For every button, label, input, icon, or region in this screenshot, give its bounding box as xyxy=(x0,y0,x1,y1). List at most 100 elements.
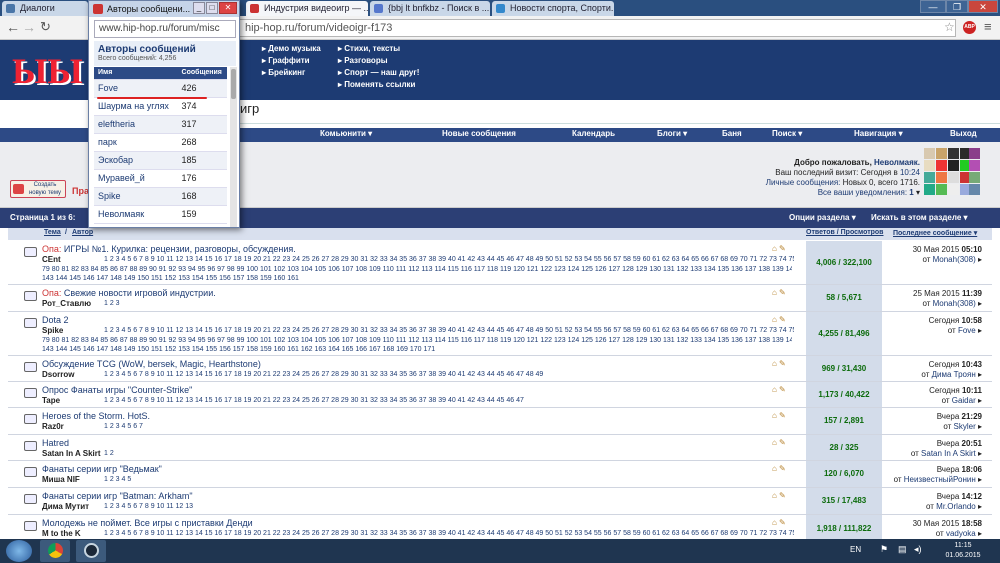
nav-navigation[interactable]: Навигация ▾ xyxy=(854,129,903,138)
thread-pages[interactable]: 1 2 3 4 5 6 7 8 9 10 11 12 13 14 15 16 1… xyxy=(104,370,794,380)
thread-author[interactable]: Дима Мутит xyxy=(42,502,89,511)
header-link-breaking[interactable]: ▸ Брейкинг xyxy=(262,68,305,77)
language-indicator[interactable]: EN xyxy=(850,545,861,554)
thread-author[interactable]: CEnt xyxy=(42,255,61,264)
thread-stats[interactable]: 4,006 / 322,100 xyxy=(806,241,882,284)
thread-pages-line3[interactable]: 143 144 145 146 147 148 149 150 151 152 … xyxy=(42,274,792,284)
thread-row[interactable]: Опрос Фанаты игры "Counter-Strike" Tape 1 … xyxy=(8,382,992,408)
nav-logout[interactable]: Выход xyxy=(950,129,977,138)
thread-pages[interactable]: 1 2 3 4 5 6 7 8 9 10 11 12 13 14 15 16 1… xyxy=(104,255,794,265)
notifications-link[interactable]: Все ваши уведомления: xyxy=(818,188,907,197)
author-name-link[interactable]: Spike xyxy=(98,191,121,201)
last-post-author-link[interactable]: Дима Троян xyxy=(932,370,976,379)
nav-banya[interactable]: Баня xyxy=(722,129,742,138)
nav-calendar[interactable]: Календарь xyxy=(572,129,615,138)
thread-row[interactable]: Опа: ИГРЫ №1. Курилка: рецензии, разгово… xyxy=(8,241,992,285)
popup-maximize-button[interactable]: □ xyxy=(206,2,218,14)
thread-title[interactable]: Опа: Свежие новости игровой индустрии. xyxy=(42,288,216,298)
thread-stats[interactable]: 969 / 31,430 xyxy=(806,356,882,381)
thread-author[interactable]: Raz0r xyxy=(42,422,64,431)
popup-scrollbar[interactable] xyxy=(230,67,237,227)
thread-title-text[interactable]: Dota 2 xyxy=(42,315,69,325)
thread-title[interactable]: Hatred xyxy=(42,438,69,448)
author-name-link[interactable]: eleftheria xyxy=(98,119,135,129)
header-link-sport[interactable]: ▸ Спорт — наш друг! xyxy=(338,68,419,77)
last-post-author-link[interactable]: Mr.Orlando xyxy=(936,502,976,511)
thread-row[interactable]: Опа: Свежие новости игровой индустрии. Ро… xyxy=(8,285,992,312)
thread-pages[interactable]: 1 2 xyxy=(104,449,794,459)
tray-network-icon[interactable]: ▤ xyxy=(898,544,907,555)
tab-forum-active[interactable]: Индустрия видеоигр — ... xyxy=(246,1,368,16)
address-bar[interactable]: hip-hop.ru/forum/videoigr-f173 xyxy=(236,19,956,37)
thread-pages[interactable]: 1 2 3 4 5 6 7 8 9 10 11 12 13 14 15 16 1… xyxy=(104,529,794,539)
thread-title-text[interactable]: Обсуждение TCG (WoW, bersek, Magic, Hear… xyxy=(42,359,261,369)
nav-blogs[interactable]: Блоги ▾ xyxy=(657,129,687,138)
clock[interactable]: 11:15 01.06.2015 xyxy=(940,541,986,561)
sort-by-replies[interactable]: Ответов / Просмотров xyxy=(806,229,884,236)
tray-flag-icon[interactable]: ⚑ xyxy=(880,544,888,555)
tab-dialogs[interactable]: Диалоги xyxy=(2,1,88,16)
thread-title-text[interactable]: Hatred xyxy=(42,438,69,448)
thread-stats[interactable]: 1,173 / 40,422 xyxy=(806,382,882,407)
tab-search[interactable]: {bbj lt bnfkbz - Поиск в ... xyxy=(370,1,490,16)
close-button[interactable]: ✕ xyxy=(968,0,998,13)
last-post-author-link[interactable]: Satan In A Skirt xyxy=(921,449,976,458)
header-link-lyrics[interactable]: ▸ Стихи, тексты xyxy=(338,44,400,53)
thread-title-text[interactable]: Heroes of the Storm. HotS. xyxy=(42,411,150,421)
forward-icon[interactable]: → xyxy=(22,19,36,35)
last-post-author-link[interactable]: Monah(308) xyxy=(933,255,976,264)
author-name-link[interactable]: Эскобар xyxy=(98,155,133,165)
thread-title-text[interactable]: Опрос Фанаты игры "Counter-Strike" xyxy=(42,385,192,395)
thread-pages[interactable]: 1 2 3 4 5 6 7 xyxy=(104,422,794,432)
thread-title[interactable]: Обсуждение TCG (WoW, bersek, Magic, Hear… xyxy=(42,359,261,369)
pm-link[interactable]: Личные сообщения: xyxy=(766,178,841,187)
thread-title[interactable]: Опа: ИГРЫ №1. Курилка: рецензии, разгово… xyxy=(42,244,296,254)
sort-by-topic[interactable]: Тема xyxy=(44,229,61,236)
tray-volume-icon[interactable]: ◂) xyxy=(914,544,922,555)
new-topic-button[interactable]: Создать новую тему xyxy=(10,180,66,198)
avatar[interactable] xyxy=(924,148,980,204)
username-link[interactable]: Неволмаяк. xyxy=(874,158,920,167)
rules-link[interactable]: Пра xyxy=(72,186,89,196)
thread-title[interactable]: Опрос Фанаты игры "Counter-Strike" xyxy=(42,385,192,395)
last-post-author-link[interactable]: Gaidar xyxy=(952,396,976,405)
last-post-author-link[interactable]: Fove xyxy=(958,326,976,335)
thread-stats[interactable]: 315 / 17,483 xyxy=(806,488,882,514)
header-link-demo[interactable]: ▸ Демо музыка xyxy=(262,44,321,53)
thread-title-text[interactable]: Молодежь не поймет. Все игры с приставки… xyxy=(42,518,253,528)
thread-pages[interactable]: 1 2 3 4 5 6 7 8 9 10 11 12 13 14 15 16 1… xyxy=(104,396,794,406)
header-link-exchange[interactable]: ▸ Поменять ссылки xyxy=(338,80,415,89)
site-logo[interactable]: ЫЫ Hip-Hop.Ru xyxy=(8,50,98,130)
thread-author[interactable]: M to the K xyxy=(42,529,81,538)
sort-by-author[interactable]: Автор xyxy=(72,229,93,236)
chrome-taskbar-icon[interactable] xyxy=(40,540,70,562)
author-name-link[interactable]: Муравей_й xyxy=(98,173,145,183)
thread-title-text[interactable]: Фанаты серии игр "Ведьмак" xyxy=(42,464,162,474)
thread-row[interactable]: Обсуждение TCG (WoW, bersek, Magic, Hear… xyxy=(8,356,992,382)
thread-title-text[interactable]: Свежие новости игровой индустрии. xyxy=(64,288,216,298)
last-post-author-link[interactable]: vadyoka xyxy=(946,529,976,538)
thread-stats[interactable]: 120 / 6,070 xyxy=(806,461,882,487)
thread-title[interactable]: Молодежь не поймет. Все игры с приставки… xyxy=(42,518,253,528)
thread-stats[interactable]: 4,255 / 81,496 xyxy=(806,312,882,355)
tab-sport-news[interactable]: Новости спорта, Спорти... xyxy=(492,1,614,16)
maximize-button[interactable]: ❐ xyxy=(946,0,968,13)
popup-close-button[interactable]: ✕ xyxy=(219,2,237,14)
thread-author[interactable]: Tape xyxy=(42,396,60,405)
thread-pages[interactable]: 1 2 3 xyxy=(104,299,794,309)
header-link-talks[interactable]: ▸ Разговоры xyxy=(338,56,388,65)
last-post-author-link[interactable]: НеизвестныйРонин xyxy=(904,475,976,484)
sort-by-last-post[interactable]: Последнее сообщение ▾ xyxy=(893,229,977,237)
author-name-link[interactable]: парк xyxy=(98,137,117,147)
last-post-author-link[interactable]: Skyler xyxy=(954,422,976,431)
thread-title[interactable]: Heroes of the Storm. HotS. xyxy=(42,411,150,421)
thread-title-text[interactable]: Фанаты серии игр "Batman: Arkham" xyxy=(42,491,193,501)
thread-row[interactable]: Dota 2 Spike 1 2 3 4 5 6 7 8 9 10 11 12 13… xyxy=(8,312,992,356)
adblock-icon[interactable]: ABP xyxy=(963,21,976,34)
thread-pages[interactable]: 1 2 3 4 5 xyxy=(104,475,794,485)
popup-address-bar[interactable]: www.hip-hop.ru/forum/misc xyxy=(94,20,236,38)
nav-search[interactable]: Поиск ▾ xyxy=(772,129,802,138)
thread-title[interactable]: Фанаты серии игр "Ведьмак" xyxy=(42,464,162,474)
thread-pages[interactable]: 1 2 3 4 5 6 7 8 9 10 11 12 13 xyxy=(104,502,794,512)
thread-stats[interactable]: 58 / 5,671 xyxy=(806,285,882,311)
